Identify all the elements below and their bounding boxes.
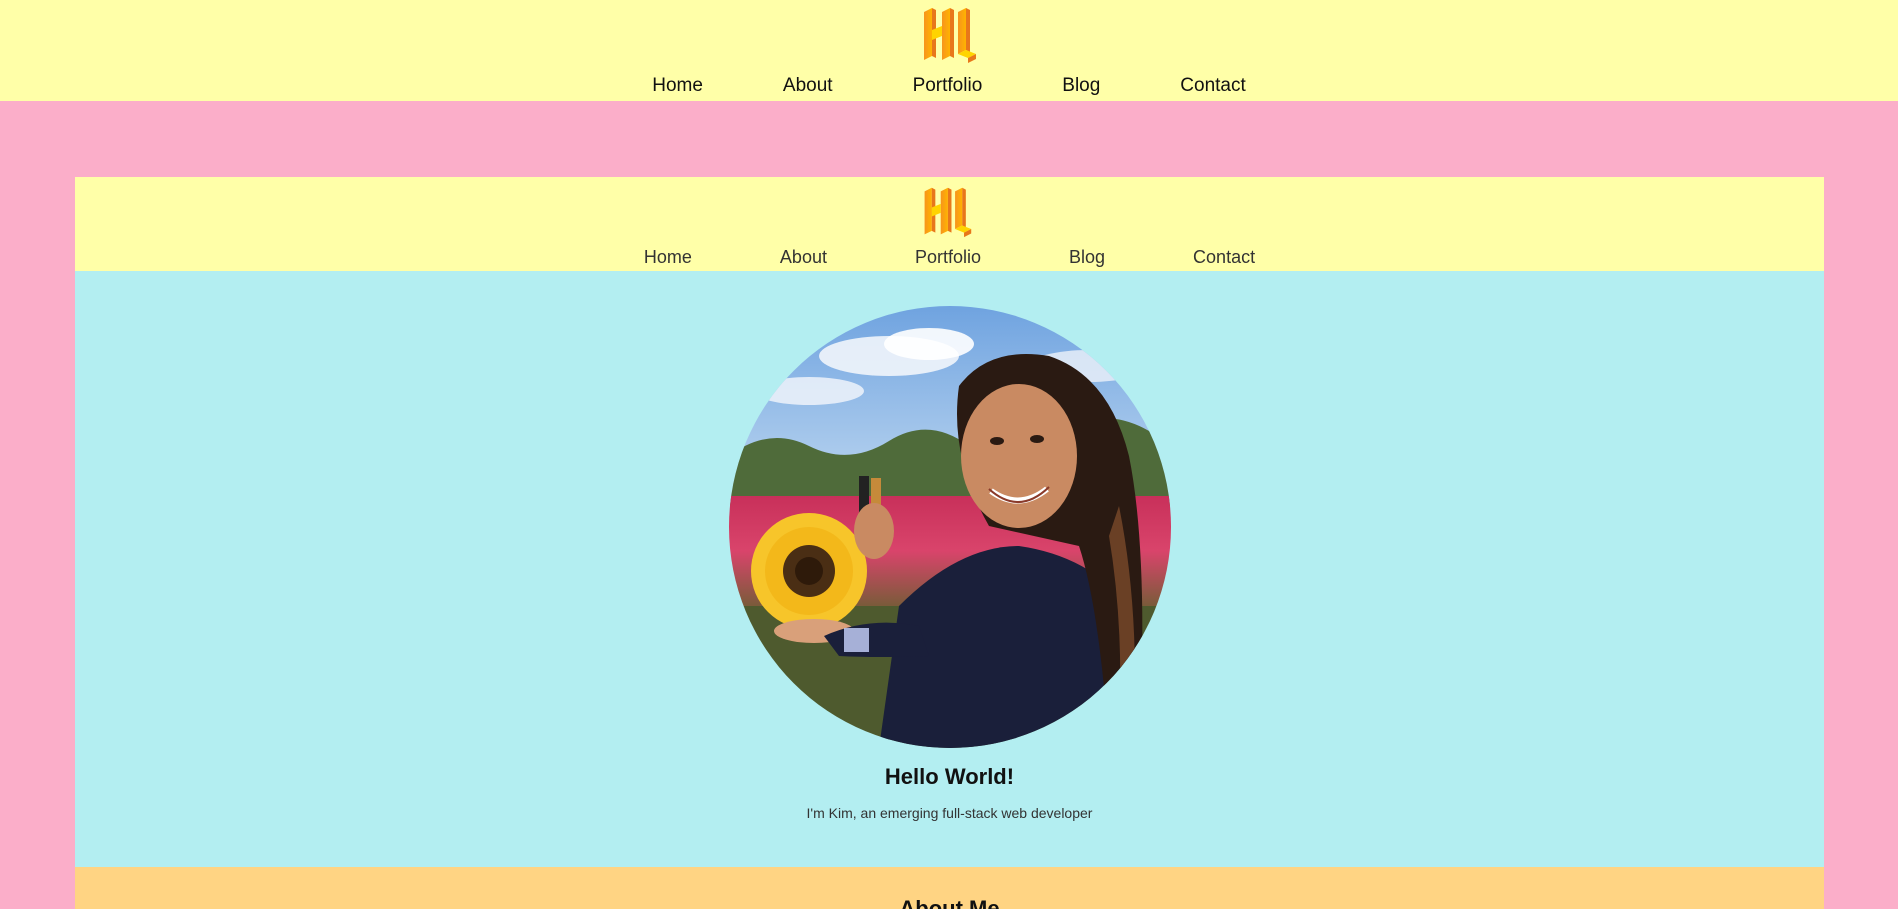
about-section: About Me [75,867,1824,909]
preview-nav: Home About Portfolio Blog Contact [75,247,1824,268]
site-header: Home About Portfolio Blog Contact [0,0,1898,101]
nav-contact-link[interactable]: Contact [1140,75,1285,97]
site-nav: Home About Portfolio Blog Contact [0,75,1898,97]
profile-photo-image [729,306,1171,748]
about-title: About Me [899,896,1000,909]
preview-nav-home-link[interactable]: Home [600,247,736,268]
site-preview: Home About Portfolio Blog Contact Hello … [75,177,1824,909]
hero-subtitle: I'm Kim, an emerging full-stack web deve… [806,805,1093,821]
preview-nav-portfolio-link[interactable]: Portfolio [871,247,1025,268]
hero-title: Hello World! [884,764,1015,789]
preview-hl-logo-icon[interactable] [921,186,973,238]
nav-portfolio-link[interactable]: Portfolio [873,75,1023,97]
preview-header: Home About Portfolio Blog Contact [75,177,1824,271]
hero-section: Hello World! I'm Kim, an emerging full-s… [75,271,1824,867]
nav-blog-link[interactable]: Blog [1022,75,1140,97]
preview-nav-blog-link[interactable]: Blog [1025,247,1149,268]
preview-nav-about-link[interactable]: About [736,247,871,268]
preview-nav-contact-link[interactable]: Contact [1149,247,1299,268]
nav-about-link[interactable]: About [743,75,873,97]
hl-logo-icon[interactable] [920,6,978,64]
profile-photo [729,306,1171,748]
nav-home-link[interactable]: Home [612,75,743,97]
